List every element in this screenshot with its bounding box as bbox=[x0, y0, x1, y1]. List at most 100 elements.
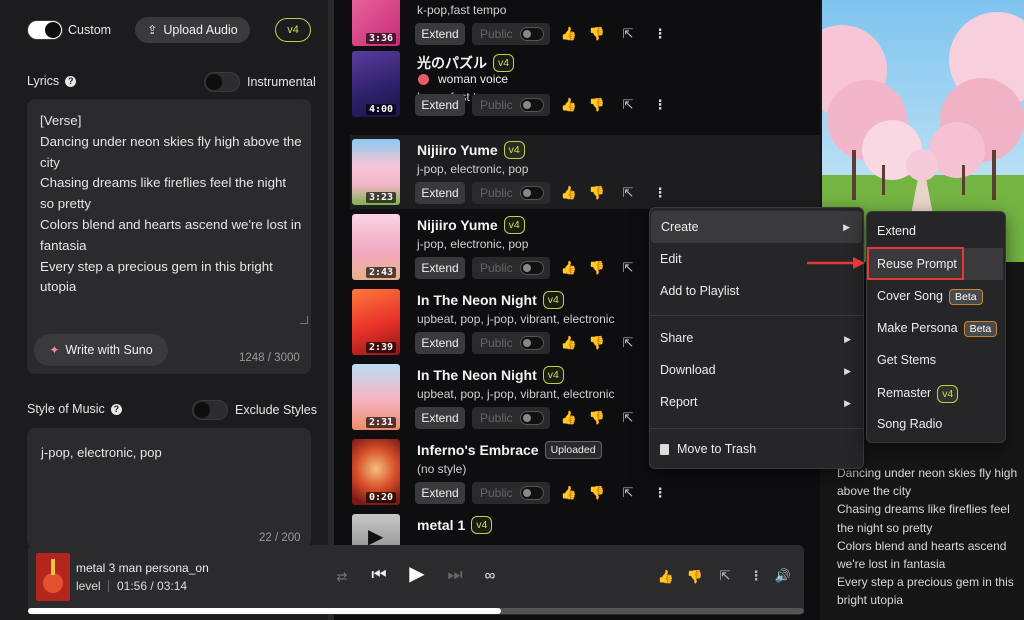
song-title[interactable]: 光のパズル v4 bbox=[417, 53, 515, 73]
write-with-suno-button[interactable]: ✦ Write with Suno bbox=[34, 334, 168, 366]
resize-handle-icon[interactable] bbox=[300, 316, 308, 324]
lyrics-text[interactable]: [Verse] Dancing under neon skies fly hig… bbox=[40, 111, 302, 319]
submenu-item-get-stems[interactable]: Get Stems bbox=[877, 353, 936, 367]
extend-button[interactable]: Extend bbox=[415, 94, 465, 116]
help-icon[interactable]: ? bbox=[110, 404, 122, 416]
version-select[interactable]: v4 bbox=[275, 18, 311, 42]
share-icon[interactable]: ⇱ bbox=[620, 185, 636, 201]
thumbs-down-icon[interactable]: 👎 bbox=[589, 410, 605, 426]
help-icon[interactable]: ? bbox=[65, 76, 77, 88]
thumbs-up-icon[interactable]: 👍 bbox=[561, 97, 577, 113]
song-title[interactable]: In The Neon Night v4 bbox=[417, 366, 564, 384]
voice-label[interactable]: woman voice bbox=[438, 72, 508, 86]
share-icon[interactable]: ⇱ bbox=[620, 97, 636, 113]
shuffle-icon[interactable]: ⇄ bbox=[334, 569, 350, 585]
loop-icon[interactable]: ∞ bbox=[482, 567, 498, 584]
thumbs-up-icon[interactable]: 👍 bbox=[561, 410, 577, 426]
thumbs-up-icon[interactable]: 👍 bbox=[561, 485, 577, 501]
extend-button[interactable]: Extend bbox=[415, 407, 465, 429]
thumbs-up-icon[interactable]: 👍 bbox=[658, 569, 674, 585]
menu-item-create[interactable]: Create ▶ bbox=[651, 211, 862, 243]
song-cover-art[interactable]: 2:31 bbox=[352, 364, 400, 430]
player-song-title[interactable]: metal 3 man persona_on bbox=[76, 561, 209, 575]
song-title[interactable]: In The Neon Night v4 bbox=[417, 291, 564, 309]
song-title[interactable]: Nijiiro Yume v4 bbox=[417, 216, 525, 234]
menu-item-share[interactable]: Share bbox=[660, 331, 693, 345]
style-value[interactable]: j-pop, electronic, pop bbox=[41, 445, 162, 460]
submenu-item-remaster[interactable]: Remaster v4 bbox=[877, 385, 959, 403]
public-toggle[interactable]: Public bbox=[472, 407, 550, 429]
public-label: Public bbox=[480, 336, 513, 350]
playback-progress-bar[interactable] bbox=[28, 608, 804, 614]
public-toggle[interactable]: Public bbox=[472, 23, 550, 45]
more-options-icon[interactable]: ⋮ bbox=[652, 185, 668, 201]
song-cover-art[interactable]: 2:43 bbox=[352, 214, 400, 280]
song-title[interactable]: Inferno's Embrace Uploaded bbox=[417, 441, 602, 459]
thumbs-down-icon[interactable]: 👎 bbox=[589, 485, 605, 501]
submenu-item-cover-song[interactable]: Cover Song Beta bbox=[877, 289, 983, 305]
thumbs-down-icon[interactable]: 👎 bbox=[589, 26, 605, 42]
thumbs-up-icon[interactable]: 👍 bbox=[561, 260, 577, 276]
public-toggle[interactable]: Public bbox=[472, 257, 550, 279]
share-icon[interactable]: ⇱ bbox=[620, 485, 636, 501]
public-toggle[interactable]: Public bbox=[472, 332, 550, 354]
submenu-item-song-radio[interactable]: Song Radio bbox=[877, 417, 942, 431]
upload-audio-button[interactable]: ⇪ Upload Audio bbox=[135, 17, 250, 43]
public-toggle[interactable]: Public bbox=[472, 182, 550, 204]
thumbs-down-icon[interactable]: 👎 bbox=[589, 335, 605, 351]
more-options-icon[interactable]: ⋮ bbox=[748, 568, 764, 584]
more-options-icon[interactable]: ⋮ bbox=[652, 97, 668, 113]
more-options-icon[interactable]: ⋮ bbox=[652, 485, 668, 501]
player-artist[interactable]: level bbox=[76, 579, 101, 593]
thumbs-down-icon[interactable]: 👎 bbox=[589, 260, 605, 276]
chevron-right-icon: ▶ bbox=[844, 366, 851, 376]
menu-item-add-to-playlist[interactable]: Add to Playlist bbox=[660, 284, 739, 298]
share-icon[interactable]: ⇱ bbox=[620, 410, 636, 426]
submenu-item-extend[interactable]: Extend bbox=[877, 224, 916, 238]
extend-label: Extend bbox=[421, 27, 459, 41]
song-title[interactable]: metal 1 v4 bbox=[417, 516, 493, 534]
menu-item-edit[interactable]: Edit bbox=[660, 252, 682, 266]
volume-icon[interactable]: 🔊 bbox=[775, 568, 791, 584]
thumbs-down-icon[interactable]: 👎 bbox=[687, 569, 703, 585]
thumbs-up-icon[interactable]: 👍 bbox=[561, 26, 577, 42]
song-cover-art[interactable]: 2:39 bbox=[352, 289, 400, 355]
song-cover-art[interactable]: 4:00 bbox=[352, 51, 400, 117]
previous-track-icon[interactable]: ⏮ bbox=[371, 565, 387, 584]
play-icon[interactable]: ▶ bbox=[409, 563, 425, 585]
song-cover-art[interactable]: 0:20 bbox=[352, 439, 400, 505]
menu-item-move-to-trash[interactable]: Move to Trash bbox=[660, 442, 756, 456]
next-track-icon[interactable]: ⏭ bbox=[447, 565, 463, 584]
song-row[interactable]: 3:23 Nijiiro Yume v4 j-pop, electronic, pop… bbox=[350, 135, 820, 209]
song-cover-art[interactable]: 3:23 bbox=[352, 139, 400, 205]
share-icon[interactable]: ⇱ bbox=[620, 335, 636, 351]
song-row[interactable]: 3:36 k-pop,fast tempo Extend Public 👍 👎 ⇱ ⋮ bbox=[350, 0, 820, 50]
exclude-styles-toggle[interactable] bbox=[192, 400, 228, 420]
song-tags: (no style) bbox=[417, 462, 467, 476]
more-options-icon[interactable]: ⋮ bbox=[652, 26, 668, 42]
menu-item-report[interactable]: Report bbox=[660, 395, 698, 409]
thumbs-down-icon[interactable]: 👎 bbox=[589, 185, 605, 201]
extend-button[interactable]: Extend bbox=[415, 332, 465, 354]
thumbs-up-icon[interactable]: 👍 bbox=[561, 335, 577, 351]
instrumental-toggle[interactable] bbox=[204, 72, 240, 92]
extend-button[interactable]: Extend bbox=[415, 482, 465, 504]
share-icon[interactable]: ⇱ bbox=[717, 568, 733, 584]
song-title[interactable]: Nijiiro Yume v4 bbox=[417, 141, 525, 159]
song-cover-art[interactable]: 3:36 bbox=[352, 0, 400, 46]
public-toggle[interactable]: Public bbox=[472, 482, 550, 504]
custom-toggle[interactable] bbox=[27, 20, 63, 40]
style-char-count: 22 / 200 bbox=[259, 532, 301, 544]
thumbs-down-icon[interactable]: 👎 bbox=[589, 97, 605, 113]
extend-button[interactable]: Extend bbox=[415, 257, 465, 279]
share-icon[interactable]: ⇱ bbox=[620, 260, 636, 276]
submenu-item-make-persona[interactable]: Make Persona Beta bbox=[877, 321, 998, 337]
song-row[interactable]: 4:00光のパズルv4woman voicek-pop,fast tempoEx… bbox=[350, 47, 820, 121]
extend-button[interactable]: Extend bbox=[415, 23, 465, 45]
public-toggle[interactable]: Public bbox=[472, 94, 550, 116]
extend-button[interactable]: Extend bbox=[415, 182, 465, 204]
song-duration: 2:43 bbox=[366, 267, 397, 278]
share-icon[interactable]: ⇱ bbox=[620, 26, 636, 42]
thumbs-up-icon[interactable]: 👍 bbox=[561, 185, 577, 201]
menu-item-download[interactable]: Download bbox=[660, 363, 716, 377]
